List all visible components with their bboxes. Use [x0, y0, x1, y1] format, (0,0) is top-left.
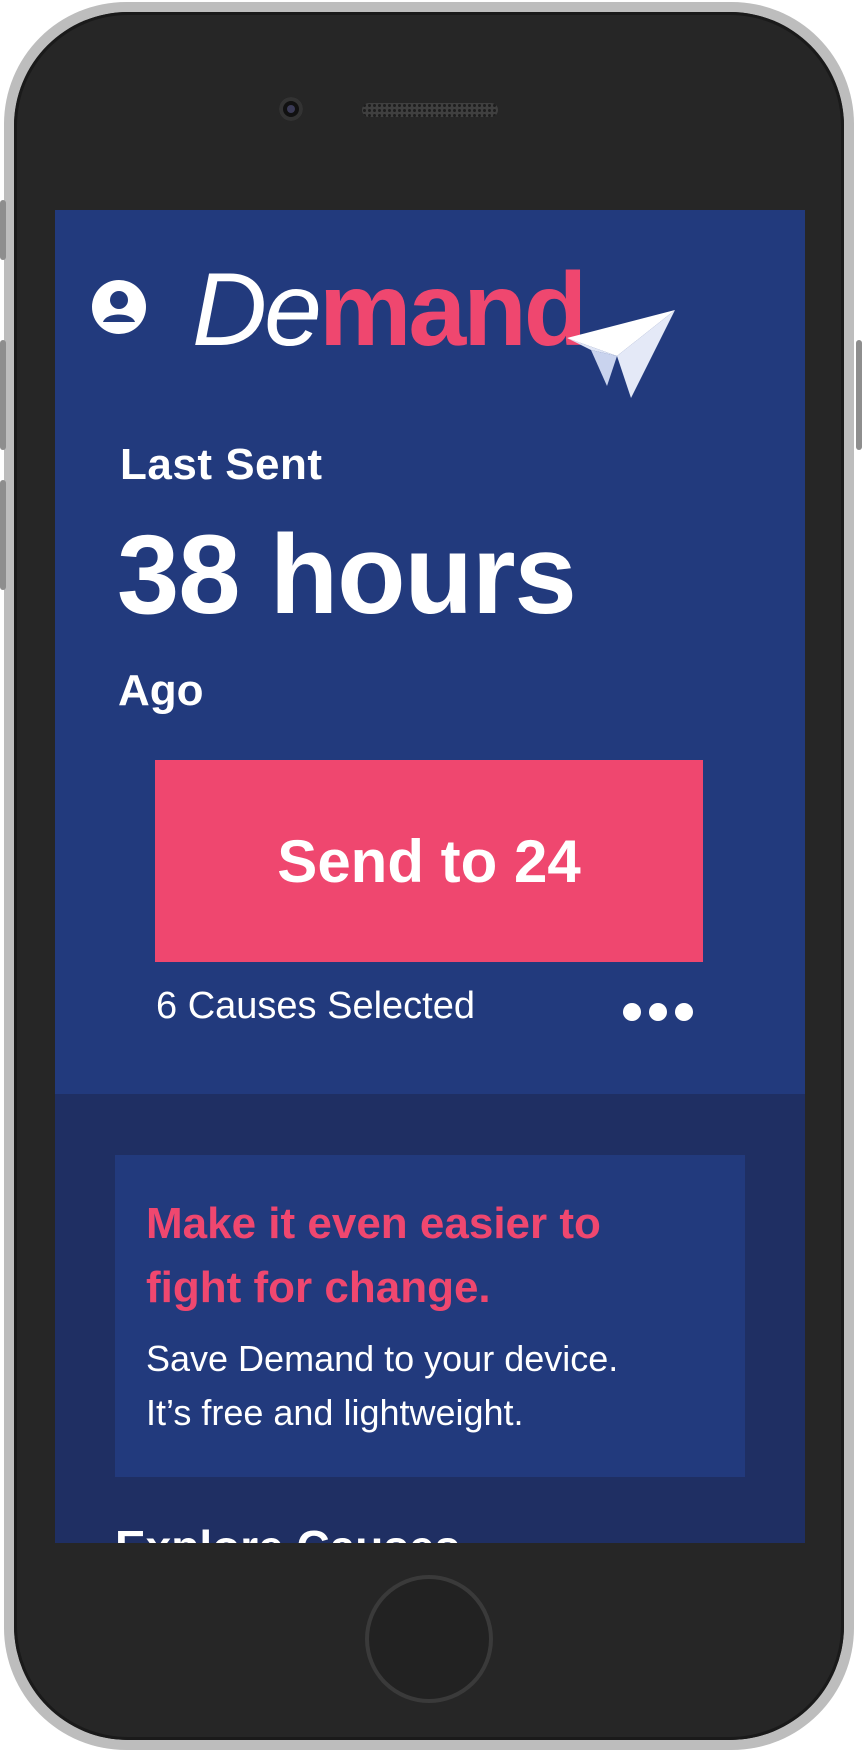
power-button — [856, 340, 862, 450]
install-headline: Make it even easier to fight for change. — [146, 1199, 601, 1312]
volume-up-button — [0, 340, 6, 450]
install-prompt-card[interactable]: Make it even easier to fight for change.… — [115, 1155, 745, 1477]
home-button[interactable] — [365, 1575, 493, 1703]
send-button[interactable]: Send to 24 — [155, 760, 703, 962]
paper-plane-icon — [567, 310, 675, 398]
more-dots-icon[interactable] — [623, 1000, 693, 1024]
app-logo: Demand — [192, 252, 587, 368]
front-camera — [279, 97, 303, 121]
hero-section: Demand Last Sent 38 hours Ago Send to 24… — [55, 210, 805, 1094]
volume-down-button — [0, 480, 6, 590]
install-body: Save Demand to your device. It’s free an… — [146, 1332, 706, 1440]
app-screen: Demand Last Sent 38 hours Ago Send to 24… — [55, 210, 805, 1543]
install-body-line: Save Demand to your device. — [146, 1338, 619, 1379]
ago-label: Ago — [118, 666, 204, 715]
earpiece-speaker — [362, 103, 498, 117]
install-body-line: It’s free and lightweight. — [146, 1392, 524, 1433]
explore-causes-heading: Explore Causes — [115, 1520, 460, 1543]
mute-switch — [0, 200, 6, 260]
dot — [623, 1003, 641, 1021]
dot — [649, 1003, 667, 1021]
user-circle-icon[interactable] — [92, 280, 146, 334]
logo-prefix: De — [192, 252, 322, 368]
last-sent-label: Last Sent — [120, 440, 323, 489]
logo-suffix: mand — [318, 252, 587, 368]
content-section: Make it even easier to fight for change.… — [55, 1094, 805, 1543]
causes-selected-count: 6 Causes Selected — [156, 985, 475, 1027]
elapsed-time: 38 hours — [117, 512, 577, 637]
dot — [675, 1003, 693, 1021]
